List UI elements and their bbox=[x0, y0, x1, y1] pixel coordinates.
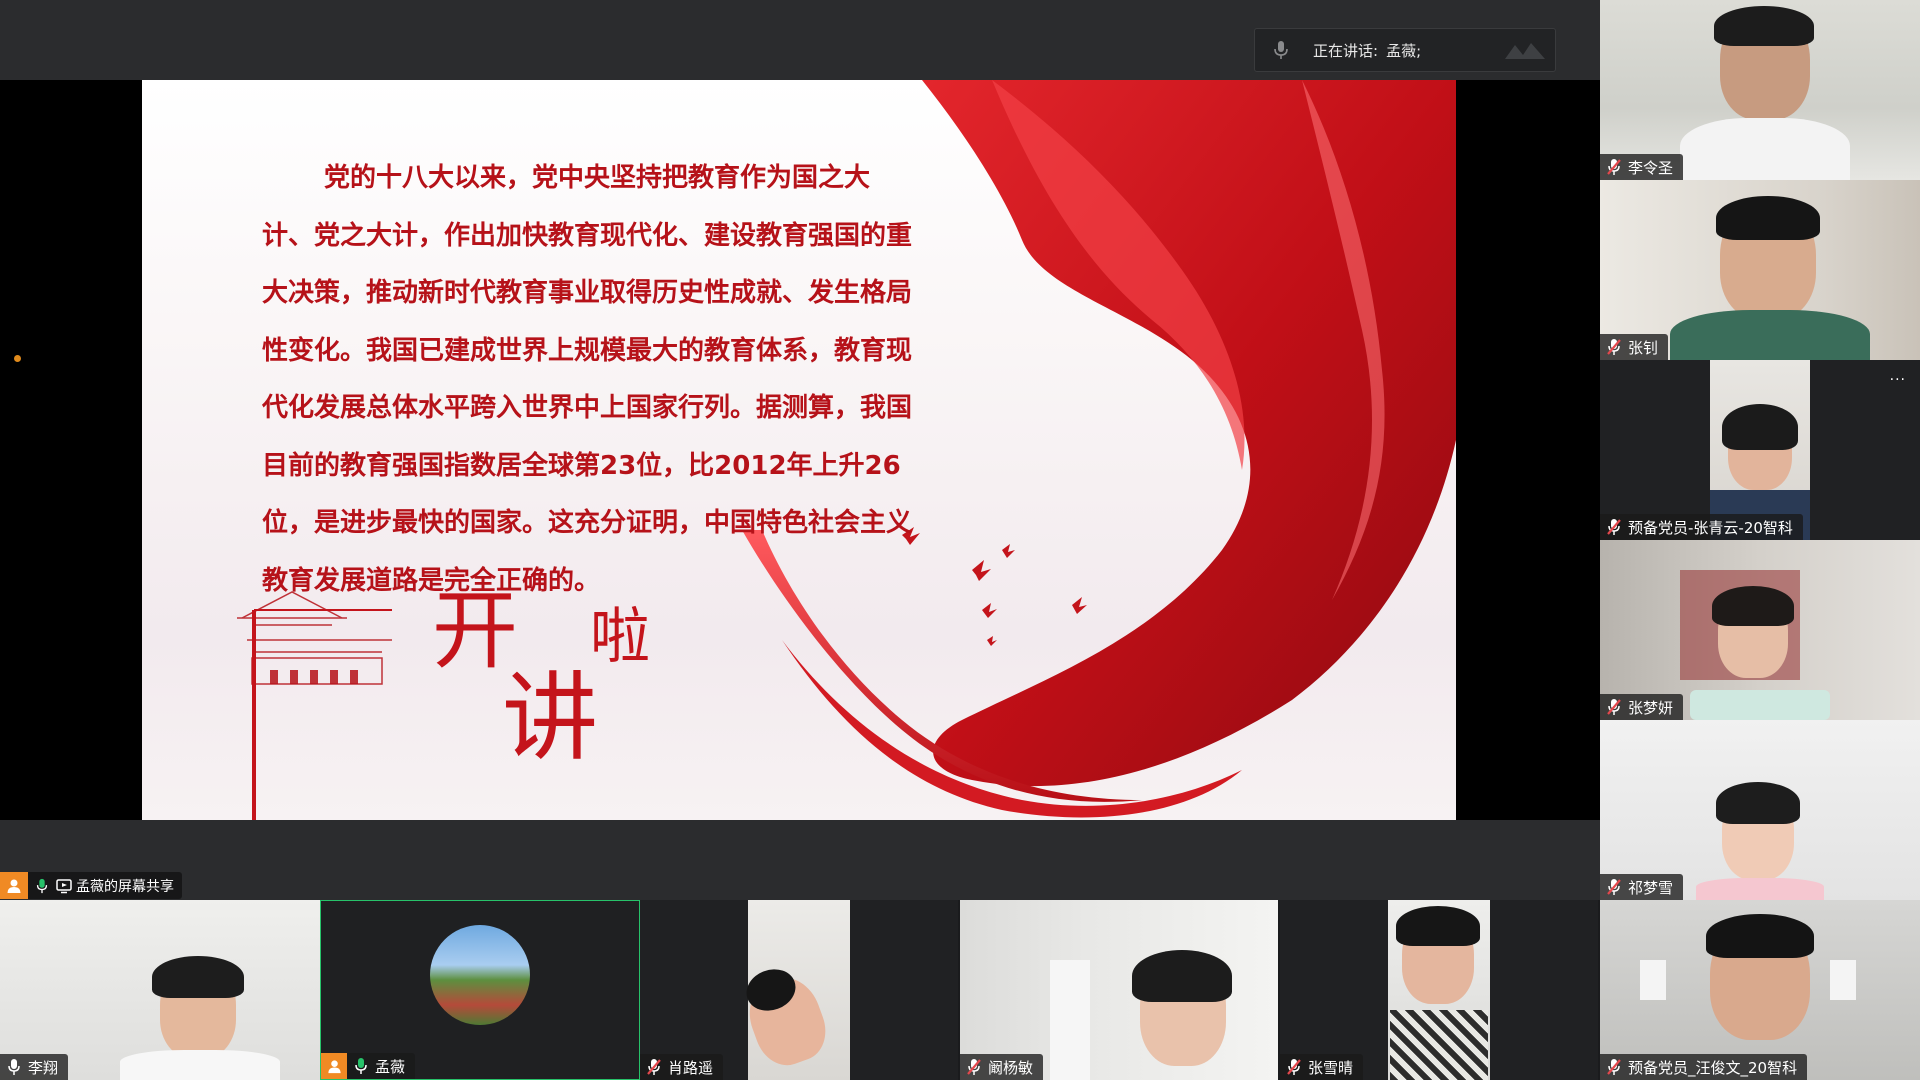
screen-share-label: 孟薇的屏幕共享 bbox=[0, 872, 182, 899]
speaking-name: 孟薇; bbox=[1386, 41, 1422, 60]
mic-muted-icon bbox=[1606, 518, 1622, 536]
more-options-icon[interactable]: ··· bbox=[1890, 372, 1906, 388]
mic-muted-icon bbox=[1606, 158, 1622, 176]
screen-share-icon bbox=[56, 878, 72, 894]
participant-name-tag: 祁梦雪 bbox=[1600, 874, 1684, 900]
participant-name: 预备党员-张青云-20智科 bbox=[1628, 518, 1793, 537]
slide-title-char: 啦 bbox=[590, 602, 650, 672]
slide-title-char: 讲 bbox=[502, 662, 598, 774]
presentation-slide: 党的十八大以来，党中央坚持把教育作为国之大 计、党之大计，作出加快教育现代化、建… bbox=[142, 80, 1456, 820]
participant-tile[interactable]: ··· 预备党员-张青云-20智科 bbox=[1600, 360, 1920, 540]
participant-tile-active-speaker[interactable]: 孟薇 bbox=[320, 900, 640, 1080]
mic-on-icon bbox=[353, 1057, 369, 1075]
participant-tile[interactable]: 祁梦雪 bbox=[1600, 720, 1920, 900]
participant-name-tag: 李令圣 bbox=[1600, 154, 1684, 180]
signal-icon bbox=[1505, 43, 1545, 59]
participant-name: 孟薇 bbox=[375, 1057, 406, 1076]
participant-name: 祁梦雪 bbox=[1628, 878, 1674, 897]
slide-line: 大决策，推动新时代教育事业取得历史性成就、发生格局 bbox=[262, 278, 913, 308]
participant-tile[interactable]: 肖路遥 bbox=[640, 900, 958, 1080]
slide-line: 党的十八大以来，党中央坚持把教育作为国之大 bbox=[324, 163, 871, 193]
participant-name-tag: 张雪晴 bbox=[1280, 1054, 1364, 1080]
speaking-indicator: 正在讲话: 孟薇; bbox=[1254, 28, 1556, 72]
participant-name-tag: 阚杨敏 bbox=[960, 1054, 1044, 1080]
participant-tile[interactable]: 张钊 bbox=[1600, 180, 1920, 360]
participant-name: 张钊 bbox=[1628, 338, 1659, 357]
participant-avatar bbox=[430, 925, 530, 1025]
participant-tile[interactable]: 张梦妍 bbox=[1600, 540, 1920, 720]
slide-line: 目前的教育强国指数居全球第23位，比2012年上升26 bbox=[262, 450, 901, 481]
participant-name: 阚杨敏 bbox=[988, 1058, 1034, 1077]
mic-muted-icon bbox=[1286, 1058, 1302, 1076]
mic-muted-icon bbox=[646, 1058, 662, 1076]
participant-name-tag: 张梦妍 bbox=[1600, 694, 1684, 720]
middle-band bbox=[0, 820, 1600, 900]
slide-line: 位，是进步最快的国家。这充分证明，中国特色社会主义 bbox=[262, 508, 913, 538]
participant-tile[interactable]: 李令圣 bbox=[1600, 0, 1920, 180]
screen-share-text: 孟薇的屏幕共享 bbox=[76, 878, 174, 895]
participant-tile[interactable]: 张雪晴 bbox=[1280, 900, 1598, 1080]
participant-name-tag: 肖路遥 bbox=[640, 1054, 724, 1080]
participant-name-tag: 预备党员-张青云-20智科 bbox=[1600, 514, 1803, 540]
slide-line: 性变化。我国已建成世界上规模最大的教育体系，教育现 bbox=[262, 335, 913, 366]
participant-name-tag: 孟薇 bbox=[321, 1053, 416, 1079]
participant-name: 李令圣 bbox=[1628, 158, 1674, 177]
mic-muted-icon bbox=[1606, 1058, 1622, 1076]
participant-name-tag: 张钊 bbox=[1600, 334, 1669, 360]
participant-name: 李翔 bbox=[28, 1058, 59, 1077]
participant-name: 张梦妍 bbox=[1628, 698, 1674, 717]
mic-muted-icon bbox=[1606, 338, 1622, 356]
participant-name-tag: 预备党员_汪俊文_20智科 bbox=[1600, 1054, 1808, 1080]
speaking-label: 正在讲话: bbox=[1313, 41, 1379, 60]
host-icon bbox=[321, 1053, 347, 1079]
slide-paragraph: 党的十八大以来，党中央坚持把教育作为国之大 计、党之大计，作出加快教育现代化、建… bbox=[262, 150, 962, 610]
host-icon bbox=[0, 872, 28, 899]
participant-name: 张雪晴 bbox=[1308, 1058, 1354, 1077]
microphone-icon bbox=[1274, 41, 1288, 59]
participant-name: 预备党员_汪俊文_20智科 bbox=[1628, 1058, 1798, 1077]
slide-line: 计、党之大计，作出加快教育现代化、建设教育强国的重 bbox=[262, 220, 913, 251]
mic-on-icon bbox=[6, 1058, 22, 1076]
mic-muted-icon bbox=[1606, 698, 1622, 716]
participant-tile[interactable]: 李翔 bbox=[0, 900, 320, 1080]
participant-tile[interactable]: 预备党员_汪俊文_20智科 bbox=[1600, 900, 1920, 1080]
mic-muted-icon bbox=[1606, 878, 1622, 896]
mic-muted-icon bbox=[966, 1058, 982, 1076]
participant-name: 肖路遥 bbox=[668, 1058, 714, 1077]
slide-line: 代化发展总体水平跨入世界中上国家行列。据测算，我国 bbox=[262, 393, 913, 423]
mic-on-icon bbox=[34, 878, 50, 894]
participant-name-tag: 李翔 bbox=[0, 1054, 69, 1080]
participant-tile[interactable]: 阚杨敏 bbox=[960, 900, 1278, 1080]
cursor-dot bbox=[14, 355, 21, 362]
